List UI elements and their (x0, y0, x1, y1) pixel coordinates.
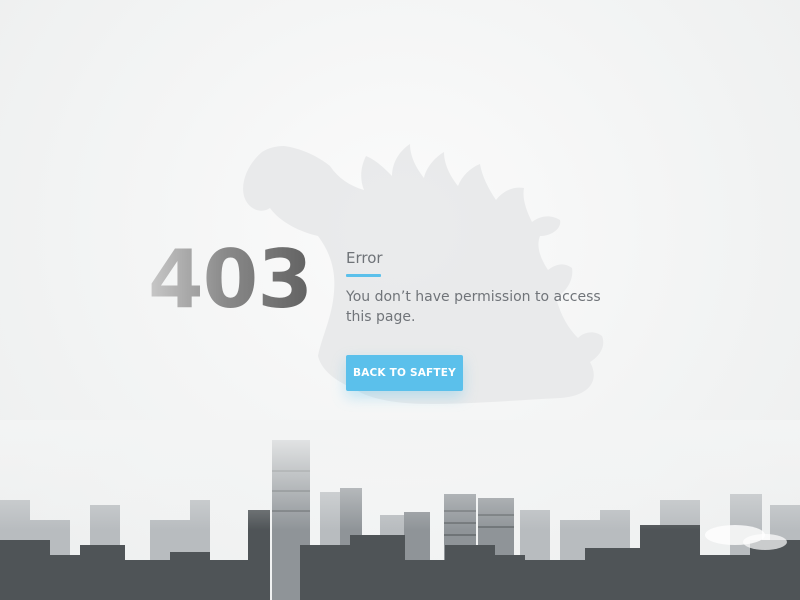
error-message: You don’t have permission to access this… (346, 289, 601, 325)
title-underline-divider (346, 274, 381, 277)
error-info: Error You don’t have permission to acces… (346, 248, 626, 327)
error-title: Error (346, 249, 383, 267)
error-page: 403 Error You don’t have permission to a… (0, 0, 800, 600)
error-code: 403 (148, 232, 318, 328)
back-to-safety-button[interactable]: BACK TO SAFTEY (346, 355, 463, 391)
